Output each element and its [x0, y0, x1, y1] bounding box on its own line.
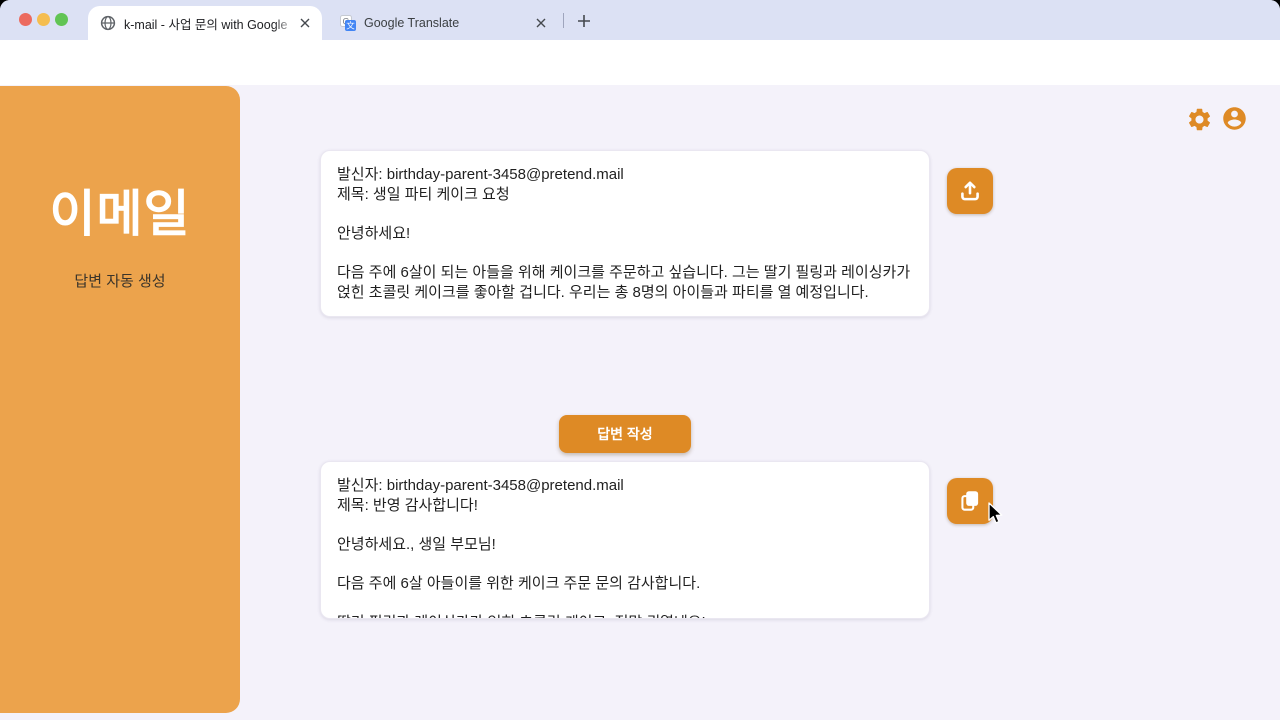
window-zoom-button[interactable]	[55, 13, 68, 26]
page-content: 이메일 답변 자동 생성 발신자: birthday-parent-3458@p…	[0, 85, 1280, 720]
tab-title: k-mail - 사업 문의 with Google	[124, 14, 296, 33]
browser-toolbar: 127.0.0.1:5000	[0, 40, 1280, 85]
tab-kmail[interactable]: k-mail - 사업 문의 with Google	[88, 6, 322, 40]
globe-favicon-icon	[100, 15, 116, 31]
new-tab-button[interactable]	[572, 9, 595, 32]
browser-window: k-mail - 사업 문의 with Google G 文 Google Tr…	[0, 0, 1280, 720]
close-tab-icon[interactable]	[532, 14, 550, 32]
profile-icon[interactable]	[1221, 105, 1248, 132]
incoming-email-card: 발신자: birthday-parent-3458@pretend.mail 제…	[320, 150, 930, 317]
upload-button[interactable]	[947, 168, 993, 214]
app-subtitle: 답변 자동 생성	[0, 270, 240, 291]
sidebar: 이메일 답변 자동 생성	[0, 86, 240, 713]
plus-icon	[577, 14, 591, 28]
generate-reply-button[interactable]: 답변 작성	[559, 415, 691, 453]
incoming-email-text: 발신자: birthday-parent-3458@pretend.mail 제…	[337, 165, 913, 302]
app-title: 이메일	[0, 174, 240, 246]
tab-divider	[563, 13, 564, 28]
close-tab-icon[interactable]	[296, 14, 314, 32]
mouse-cursor	[988, 502, 1005, 527]
window-minimize-button[interactable]	[37, 13, 50, 26]
window-close-button[interactable]	[19, 13, 32, 26]
tab-strip: k-mail - 사업 문의 with Google G 文 Google Tr…	[0, 0, 1280, 40]
upload-icon	[957, 178, 983, 204]
generated-email-card: 발신자: birthday-parent-3458@pretend.mail 제…	[320, 461, 930, 619]
copy-button[interactable]	[947, 478, 993, 524]
generated-email-text: 발신자: birthday-parent-3458@pretend.mail 제…	[337, 476, 913, 619]
translate-favicon-icon: G 文	[340, 15, 356, 31]
tab-title: Google Translate	[364, 16, 532, 30]
settings-gear-icon[interactable]	[1186, 106, 1213, 133]
tab-google-translate[interactable]: G 文 Google Translate	[330, 6, 558, 40]
copy-icon	[957, 488, 983, 514]
svg-text:文: 文	[346, 21, 355, 31]
